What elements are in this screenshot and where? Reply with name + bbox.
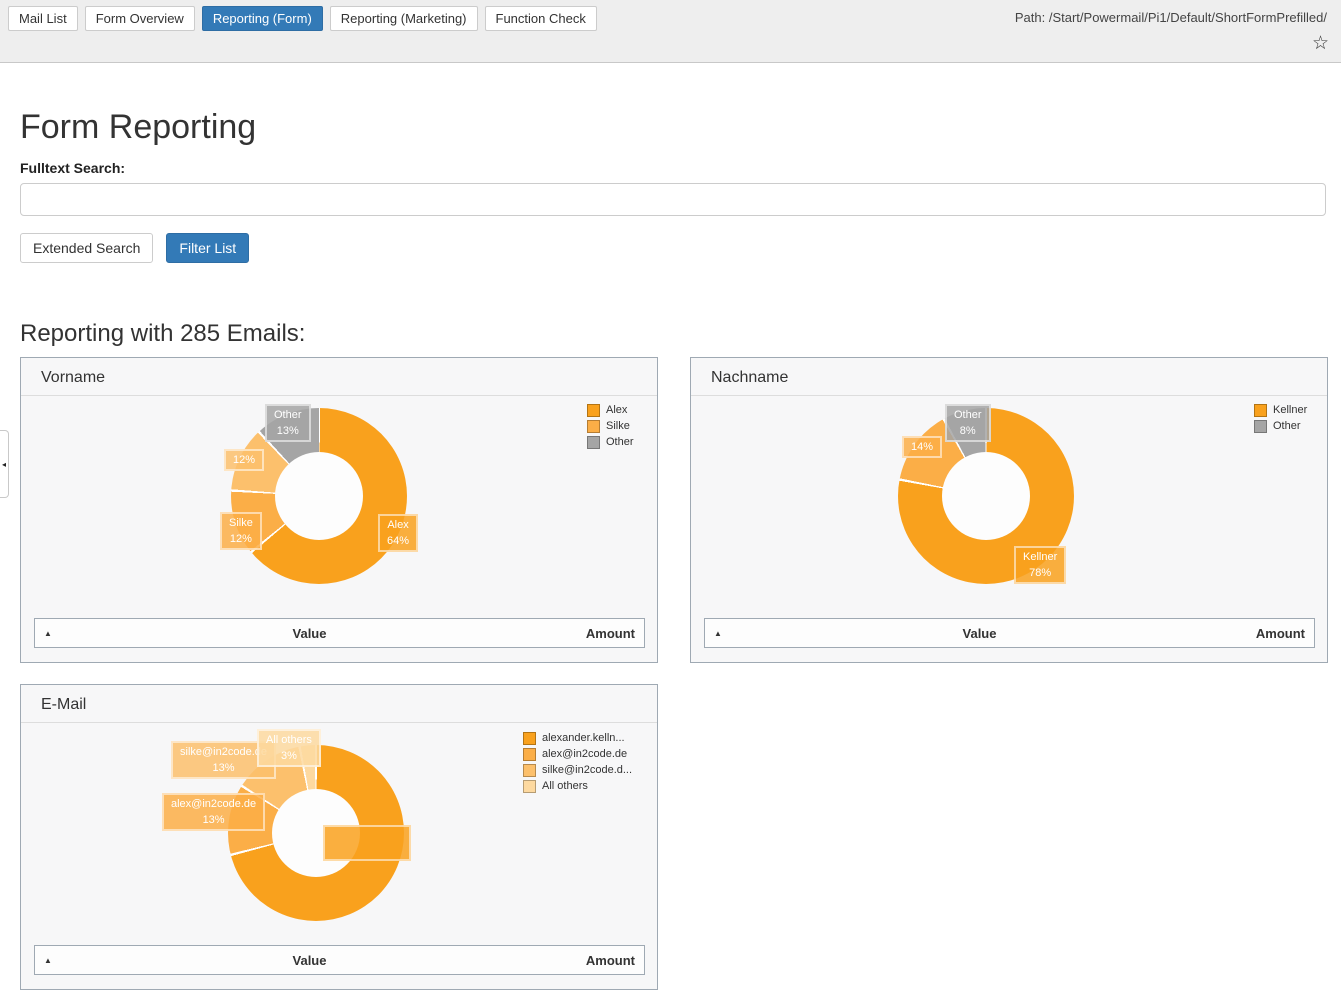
legend-swatch bbox=[587, 420, 600, 433]
slice-label: Other13% bbox=[265, 404, 311, 442]
sort-asc-icon[interactable]: ▲ bbox=[44, 956, 74, 965]
legend-item: All others bbox=[523, 778, 632, 794]
bookmark-star-icon[interactable]: ☆ bbox=[1312, 34, 1329, 53]
panel-title: E-Mail bbox=[41, 696, 86, 714]
tab-mail-list[interactable]: Mail List bbox=[8, 6, 78, 31]
legend-swatch bbox=[1254, 404, 1267, 417]
chart-panel-vorname: Vorname Alex Silke Other ▲ Value Amount Al… bbox=[20, 357, 658, 663]
legend-swatch bbox=[523, 732, 536, 745]
legend-item: alex@in2code.de bbox=[523, 746, 632, 762]
filter-list-button[interactable]: Filter List bbox=[166, 233, 249, 263]
legend-label: alexander.kelln... bbox=[542, 732, 625, 744]
legend-swatch bbox=[587, 436, 600, 449]
legend-label: silke@in2code.d... bbox=[542, 764, 632, 776]
extended-search-button[interactable]: Extended Search bbox=[20, 233, 153, 263]
fulltext-search-input[interactable] bbox=[20, 183, 1326, 216]
panel-title: Vorname bbox=[41, 369, 105, 387]
panel-header: E-Mail bbox=[21, 685, 657, 723]
panel-header: Vorname bbox=[21, 358, 657, 396]
legend-item: Alex bbox=[587, 402, 634, 418]
chart-legend: alexander.kelln... alex@in2code.de silke@i… bbox=[523, 730, 632, 794]
legend-swatch bbox=[1254, 420, 1267, 433]
legend-label: All others bbox=[542, 780, 588, 792]
slice-label: All others3% bbox=[257, 729, 321, 767]
tab-form-overview[interactable]: Form Overview bbox=[85, 6, 195, 31]
slice-label: alex@in2code.de13% bbox=[162, 793, 265, 831]
legend-label: Silke bbox=[606, 420, 630, 432]
chart-legend: Alex Silke Other bbox=[587, 402, 634, 450]
search-actions: Extended Search Filter List bbox=[20, 233, 249, 263]
legend-label: Other bbox=[606, 436, 634, 448]
doc-header: Mail List Form Overview Reporting (Form)… bbox=[0, 0, 1341, 63]
module-body: Form Reporting Fulltext Search: Extended… bbox=[0, 64, 1341, 832]
column-header-value[interactable]: Value bbox=[74, 953, 545, 968]
chart-panel-nachname: Nachname Kellner Other ▲ Value Amount Kel… bbox=[690, 357, 1328, 663]
legend-swatch bbox=[523, 780, 536, 793]
legend-swatch bbox=[587, 404, 600, 417]
slice-label: 12% bbox=[224, 449, 264, 471]
table-header: ▲ Value Amount bbox=[704, 618, 1315, 648]
tab-function-check[interactable]: Function Check bbox=[485, 6, 597, 31]
chart-panel-email: E-Mail alexander.kelln... alex@in2code.de… bbox=[20, 684, 658, 990]
legend-label: Other bbox=[1273, 420, 1301, 432]
breadcrumb-path: Path: /Start/Powermail/Pi1/Default/Short… bbox=[1015, 10, 1327, 25]
sort-asc-icon[interactable]: ▲ bbox=[44, 629, 74, 638]
legend-label: Alex bbox=[606, 404, 627, 416]
legend-item: silke@in2code.d... bbox=[523, 762, 632, 778]
tab-reporting-form[interactable]: Reporting (Form) bbox=[202, 6, 323, 31]
slice-label: Silke12% bbox=[220, 512, 262, 550]
legend-item: Other bbox=[587, 434, 634, 450]
slice-label: 14% bbox=[902, 436, 942, 458]
column-header-amount[interactable]: Amount bbox=[1215, 626, 1305, 641]
chart-legend: Kellner Other bbox=[1254, 402, 1307, 434]
column-header-value[interactable]: Value bbox=[744, 626, 1215, 641]
column-header-value[interactable]: Value bbox=[74, 626, 545, 641]
panel-title: Nachname bbox=[711, 369, 788, 387]
tab-reporting-marketing[interactable]: Reporting (Marketing) bbox=[330, 6, 478, 31]
slice-label: Alex64% bbox=[378, 514, 418, 552]
legend-item: Kellner bbox=[1254, 402, 1307, 418]
sort-asc-icon[interactable]: ▲ bbox=[714, 629, 744, 638]
legend-item: alexander.kelln... bbox=[523, 730, 632, 746]
legend-label: alex@in2code.de bbox=[542, 748, 627, 760]
legend-swatch bbox=[523, 748, 536, 761]
panel-header: Nachname bbox=[691, 358, 1327, 396]
donut-chart bbox=[231, 408, 407, 584]
slice-label: Kellner78% bbox=[1014, 546, 1066, 584]
column-header-amount[interactable]: Amount bbox=[545, 626, 635, 641]
slice-label bbox=[323, 825, 411, 861]
legend-item: Silke bbox=[587, 418, 634, 434]
legend-swatch bbox=[523, 764, 536, 777]
section-title: Reporting with 285 Emails: bbox=[20, 320, 305, 348]
legend-item: Other bbox=[1254, 418, 1307, 434]
table-header: ▲ Value Amount bbox=[34, 945, 645, 975]
module-tabs: Mail List Form Overview Reporting (Form)… bbox=[8, 6, 597, 31]
table-header: ▲ Value Amount bbox=[34, 618, 645, 648]
column-header-amount[interactable]: Amount bbox=[545, 953, 635, 968]
fulltext-search-label: Fulltext Search: bbox=[20, 160, 125, 176]
slice-label: Other8% bbox=[945, 404, 991, 442]
legend-label: Kellner bbox=[1273, 404, 1307, 416]
page-title: Form Reporting bbox=[20, 108, 256, 147]
